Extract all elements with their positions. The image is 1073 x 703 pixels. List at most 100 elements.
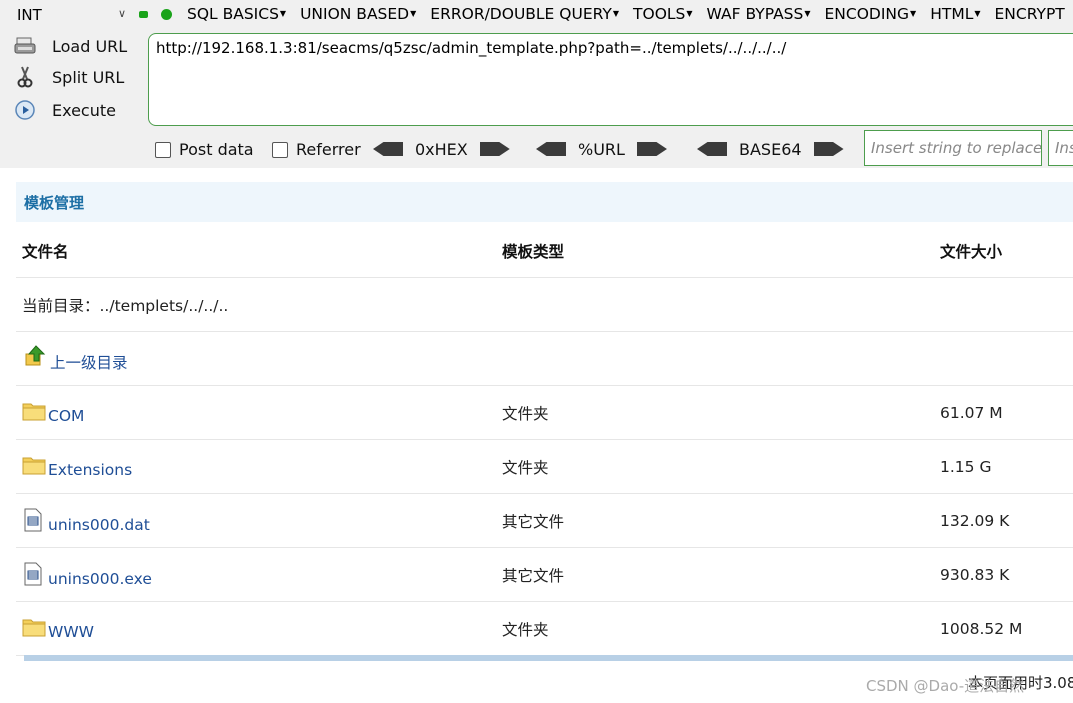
url-textarea[interactable]: http://192.168.1.3:81/seacms/q5zsc/admin… [148, 33, 1073, 126]
table-row: unins000.dat 其它文件 132.09 K [16, 494, 1073, 548]
hackbar-menubar: INT ∨ SQL BASICS▼ UNION BASED▼ ERROR/DOU… [0, 0, 1073, 32]
file-link[interactable]: WWW [22, 602, 94, 655]
file-type: 其它文件 [502, 512, 565, 531]
menu-label: ENCRYPT [994, 5, 1065, 23]
replace-placeholder: Insert string to replace [871, 139, 1042, 157]
url-enc-label: %URL [578, 139, 625, 159]
url-encoder: %URL [536, 138, 667, 160]
replace-string-input[interactable]: Insert string to replace [864, 130, 1042, 166]
folder-icon [22, 403, 46, 420]
int-select-value: INT [17, 6, 42, 24]
file-name: unins000.dat [48, 515, 150, 534]
file-name: COM [48, 406, 85, 425]
file-link[interactable]: Extensions [22, 440, 132, 493]
menu-encoding[interactable]: ENCODING▼ [825, 5, 917, 23]
page-title: 模板管理 [24, 194, 85, 212]
parent-dir-item: 上一级目录 [22, 344, 128, 373]
replace-with-input[interactable]: Ins [1048, 130, 1073, 166]
file-table: 文件名 模板类型 文件大小 当前目录：../templets/../../.. … [16, 224, 1073, 656]
caret-down-icon: ▼ [804, 9, 811, 18]
current-dir-row: 当前目录：../templets/../../.. [16, 278, 1073, 332]
column-header-size: 文件大小 [940, 242, 1003, 261]
caret-down-icon: ▼ [686, 9, 693, 18]
template-manager-page: 模板管理 文件名 模板类型 文件大小 当前目录：../templets/../.… [0, 168, 1073, 703]
watermark-text: CSDN @Dao-道法自然 [866, 677, 1025, 695]
split-url-button[interactable]: Split URL [12, 64, 124, 90]
load-url-button[interactable]: Load URL [12, 33, 127, 59]
menu-label: SQL BASICS [187, 5, 279, 23]
file-type: 文件夹 [502, 404, 549, 423]
menu-html[interactable]: HTML▼ [930, 5, 980, 23]
table-row: unins000.exe 其它文件 930.83 K [16, 548, 1073, 602]
menu-encrypt[interactable]: ENCRYPT [995, 5, 1065, 23]
hackbar-menus: SQL BASICS▼ UNION BASED▼ ERROR/DOUBLE QU… [187, 5, 1073, 23]
file-type: 文件夹 [502, 620, 549, 639]
file-icon [24, 508, 42, 531]
post-data-label: Post data [179, 140, 254, 159]
table-header-row: 文件名 模板类型 文件大小 [16, 224, 1073, 278]
caret-down-icon: ▼ [410, 9, 417, 18]
hackbar-panel: INT ∨ SQL BASICS▼ UNION BASED▼ ERROR/DOU… [0, 0, 1073, 168]
parent-dir-row: 上一级目录 [16, 332, 1073, 386]
file-name: Extensions [48, 460, 133, 479]
menu-union-based[interactable]: UNION BASED▼ [300, 5, 416, 23]
referrer-label: Referrer [296, 140, 361, 159]
file-link[interactable]: unins000.exe [22, 548, 152, 601]
hex-label: 0xHEX [415, 139, 468, 159]
replace-with-placeholder: Ins [1055, 139, 1073, 157]
checkbox-icon [155, 141, 171, 158]
parent-dir-link[interactable]: 上一级目录 [22, 332, 128, 385]
file-type: 文件夹 [502, 458, 549, 477]
play-icon [12, 98, 38, 122]
int-select[interactable]: INT ∨ [8, 4, 128, 26]
execute-label: Execute [52, 100, 116, 120]
file-item: Extensions [22, 455, 132, 479]
menu-label: UNION BASED [300, 5, 410, 23]
file-item: unins000.dat [22, 508, 150, 534]
referrer-checkbox[interactable]: Referrer [272, 140, 361, 159]
hex-encode-arrow-icon[interactable] [479, 142, 510, 156]
table-row: Extensions 文件夹 1.15 G [16, 440, 1073, 494]
menu-label: HTML [930, 5, 974, 23]
execute-button[interactable]: Execute [12, 97, 116, 123]
table-row: WWW 文件夹 1008.52 M [16, 602, 1073, 656]
menu-label: ERROR/DOUBLE QUERY [430, 5, 612, 23]
menu-sql-basics[interactable]: SQL BASICS▼ [187, 5, 286, 23]
caret-down-icon: ▼ [974, 9, 981, 18]
folder-icon [22, 457, 46, 474]
url-encode-arrow-icon[interactable] [636, 142, 667, 156]
minus-toggle-icon[interactable] [139, 11, 148, 18]
menu-error-double-query[interactable]: ERROR/DOUBLE QUERY▼ [430, 5, 619, 23]
file-item: WWW [22, 617, 94, 641]
column-header-filename: 文件名 [22, 242, 69, 261]
file-link[interactable]: unins000.dat [22, 494, 150, 547]
base64-encode-arrow-icon[interactable] [813, 142, 844, 156]
checkbox-icon [272, 141, 288, 158]
hex-decode-arrow-icon[interactable] [373, 142, 403, 156]
scissors-icon [12, 65, 38, 89]
split-url-label: Split URL [52, 67, 125, 87]
menu-label: TOOLS [633, 5, 686, 23]
file-type: 其它文件 [502, 566, 565, 585]
file-name: WWW [48, 622, 94, 641]
hex-encoder: 0xHEX [373, 138, 510, 160]
menu-label: WAF BYPASS [706, 5, 804, 23]
file-icon [24, 562, 42, 585]
file-link[interactable]: COM [22, 386, 84, 439]
current-dir-label: 当前目录：../templets/../../.. [22, 296, 229, 315]
menu-waf-bypass[interactable]: WAF BYPASS▼ [707, 5, 811, 23]
menu-label: ENCODING [824, 5, 910, 23]
table-row: COM 文件夹 61.07 M [16, 386, 1073, 440]
post-data-checkbox[interactable]: Post data [155, 140, 254, 159]
file-item: unins000.exe [22, 562, 152, 588]
plus-toggle-icon[interactable] [161, 9, 172, 20]
file-name: unins000.exe [48, 569, 152, 588]
file-size: 930.83 K [940, 565, 1010, 584]
url-decode-arrow-icon[interactable] [536, 142, 566, 156]
menu-tools[interactable]: TOOLS▼ [633, 5, 693, 23]
url-value: http://192.168.1.3:81/seacms/q5zsc/admin… [156, 39, 787, 57]
base64-label: BASE64 [739, 139, 802, 159]
caret-down-icon: ▼ [612, 9, 620, 18]
base64-decode-arrow-icon[interactable] [697, 142, 727, 156]
file-size: 132.09 K [940, 511, 1010, 530]
